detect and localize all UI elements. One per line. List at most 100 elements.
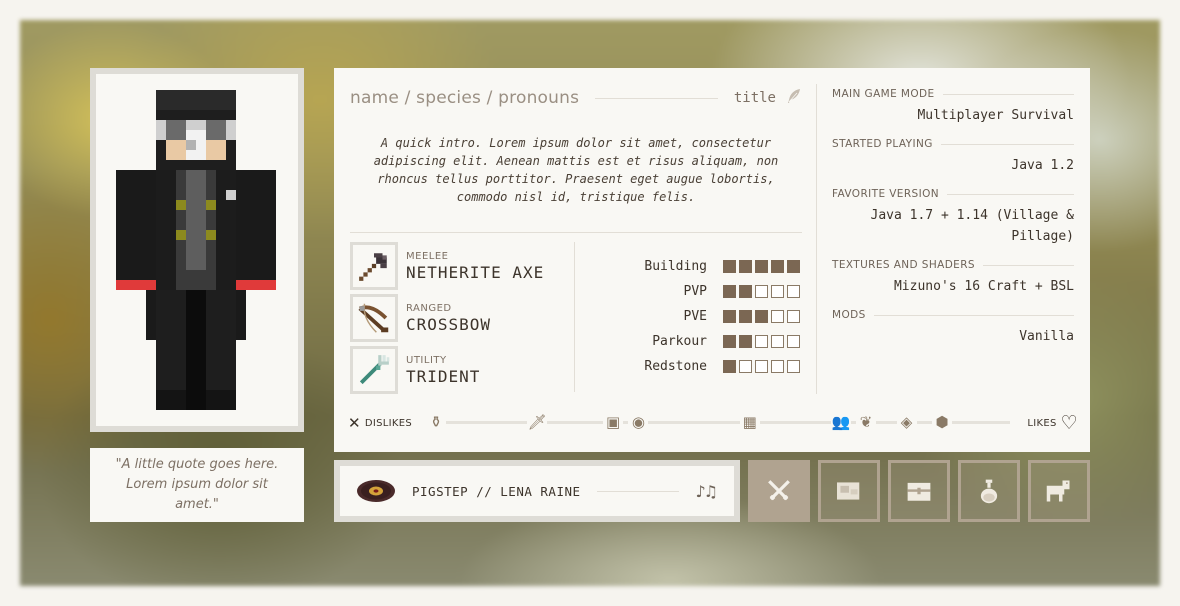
- weapon-label: MEELEE: [406, 250, 449, 262]
- block-icon: ⬢: [932, 412, 952, 432]
- chest-icon: [907, 482, 931, 501]
- song-title: PIGSTEP // LENA RAINE: [412, 483, 581, 499]
- stat-value: Java 1.7 + 1.14 (Village & Pillage): [870, 208, 1075, 244]
- weapon-label: UTILITY: [406, 354, 447, 366]
- weapon-name: NETHERITE AXE: [406, 262, 545, 282]
- skill-box: [739, 360, 752, 373]
- music-panel: PIGSTEP // LENA RAINE ♪♫: [334, 460, 740, 522]
- skill-box: [755, 260, 768, 273]
- tab-mobs[interactable]: [1028, 460, 1090, 522]
- stat-started-playing: STARTED PLAYING Java 1.2: [832, 138, 1074, 176]
- tab-combat[interactable]: [748, 460, 810, 522]
- book-icon: ▣: [603, 412, 624, 432]
- stat-value: Vanilla: [1019, 329, 1074, 344]
- stat-label: MODS: [832, 309, 866, 321]
- skill-box: [787, 310, 800, 323]
- tab-storage[interactable]: [888, 460, 950, 522]
- tab-map[interactable]: [818, 460, 880, 522]
- stat-label: TEXTURES AND SHADERS: [832, 259, 975, 271]
- skill-name: PVE: [683, 309, 707, 324]
- netherite-axe-icon: [350, 242, 398, 290]
- skill-box: [787, 260, 800, 273]
- compass-icon: ◉: [628, 412, 649, 432]
- crossed-swords-icon: [768, 480, 790, 501]
- skill-row: Parkour: [604, 329, 800, 354]
- stat-label: MAIN GAME MODE: [832, 88, 935, 100]
- trident-icon: [350, 346, 398, 394]
- skill-name: Building: [644, 259, 707, 274]
- skill-box: [755, 285, 768, 298]
- likes-dislikes-bar: ✕ DISLIKES ⚱ 🗡 ▣ ◉ ▦ 👥 ❦ ◈ ⬢ LIKES ♡: [348, 410, 1078, 434]
- skill-box: [739, 260, 752, 273]
- stat-value: Multiplayer Survival: [917, 108, 1074, 123]
- diamond-icon: ◈: [896, 412, 917, 432]
- crossbow-icon: [350, 294, 398, 342]
- chest-icon: ▦: [739, 412, 760, 432]
- skill-name: PVP: [683, 284, 707, 299]
- name-species-pronouns: name / species / pronouns: [350, 88, 580, 108]
- skill-row: Building: [604, 254, 800, 279]
- skill-level: [723, 335, 800, 348]
- close-icon: ✕: [348, 414, 361, 432]
- skill-level: [723, 285, 800, 298]
- likes-track: [432, 421, 1010, 424]
- quote-text: "A little quote goes here. Lorem ipsum d…: [115, 457, 279, 512]
- weapon-utility: UTILITY TRIDENT: [350, 346, 480, 394]
- sword-icon: 🗡: [527, 412, 548, 432]
- skill-box: [771, 260, 784, 273]
- map-icon: [837, 482, 860, 500]
- music-notes-icon: ♪♫: [695, 481, 718, 501]
- skill-name: Parkour: [652, 334, 707, 349]
- stat-label: FAVORITE VERSION: [832, 188, 940, 200]
- skill-row: PVE: [604, 304, 800, 329]
- quote-box: "A little quote goes here. Lorem ipsum d…: [90, 448, 304, 522]
- skill-level: [723, 360, 800, 373]
- stat-mods: MODS Vanilla: [832, 309, 1074, 347]
- skill-box: [723, 360, 736, 373]
- weapon-label: RANGED: [406, 302, 452, 314]
- dislikes-marker: ✕ DISLIKES: [348, 414, 412, 432]
- skill-box: [771, 360, 784, 373]
- skill-box: [787, 360, 800, 373]
- skill-box: [787, 285, 800, 298]
- skill-box: [755, 310, 768, 323]
- skill-box: [771, 285, 784, 298]
- skill-level: [723, 260, 800, 273]
- skill-box: [723, 260, 736, 273]
- stats-column: MAIN GAME MODE Multiplayer Survival STAR…: [832, 88, 1074, 359]
- intro-text: A quick intro. Lorem ipsum dolor sit ame…: [373, 136, 779, 204]
- skill-box: [739, 285, 752, 298]
- heart-icon: ♡: [1060, 412, 1078, 434]
- skill-box: [723, 285, 736, 298]
- weapon-name: CROSSBOW: [406, 314, 492, 334]
- music-disc-icon: [357, 480, 395, 502]
- skill-box: [771, 335, 784, 348]
- feather-icon: [786, 88, 802, 108]
- stat-favorite-version: FAVORITE VERSION Java 1.7 + 1.14 (Villag…: [832, 188, 1074, 247]
- skill-box: [787, 335, 800, 348]
- stat-value: Java 1.2: [1011, 158, 1074, 173]
- stat-label: STARTED PLAYING: [832, 138, 933, 150]
- skill-box: [755, 335, 768, 348]
- skill-box: [723, 310, 736, 323]
- tab-potions[interactable]: [958, 460, 1020, 522]
- likes-label: LIKES: [1027, 417, 1057, 429]
- name-row: name / species / pronouns title: [350, 88, 802, 108]
- weapon-melee: MEELEE NETHERITE AXE: [350, 242, 544, 290]
- skills-list: Building PVP PVE Parkour Redstone: [604, 254, 800, 379]
- stat-value: Mizuno's 16 Craft + BSL: [893, 279, 1074, 294]
- skill-box: [723, 335, 736, 348]
- weapon-name: TRIDENT: [406, 366, 481, 386]
- villagers-icon: 👥: [830, 412, 851, 432]
- skill-box: [739, 310, 752, 323]
- skin-panel: [90, 68, 304, 432]
- title-text: title: [733, 90, 776, 106]
- skill-box: [771, 310, 784, 323]
- wheat-icon: ❦: [856, 412, 877, 432]
- skill-name: Redstone: [644, 359, 707, 374]
- skill-box: [739, 335, 752, 348]
- skill-box: [755, 360, 768, 373]
- likes-marker: LIKES ♡: [1027, 412, 1078, 434]
- weapon-ranged: RANGED CROSSBOW: [350, 294, 491, 342]
- stat-main-game-mode: MAIN GAME MODE Multiplayer Survival: [832, 88, 1074, 126]
